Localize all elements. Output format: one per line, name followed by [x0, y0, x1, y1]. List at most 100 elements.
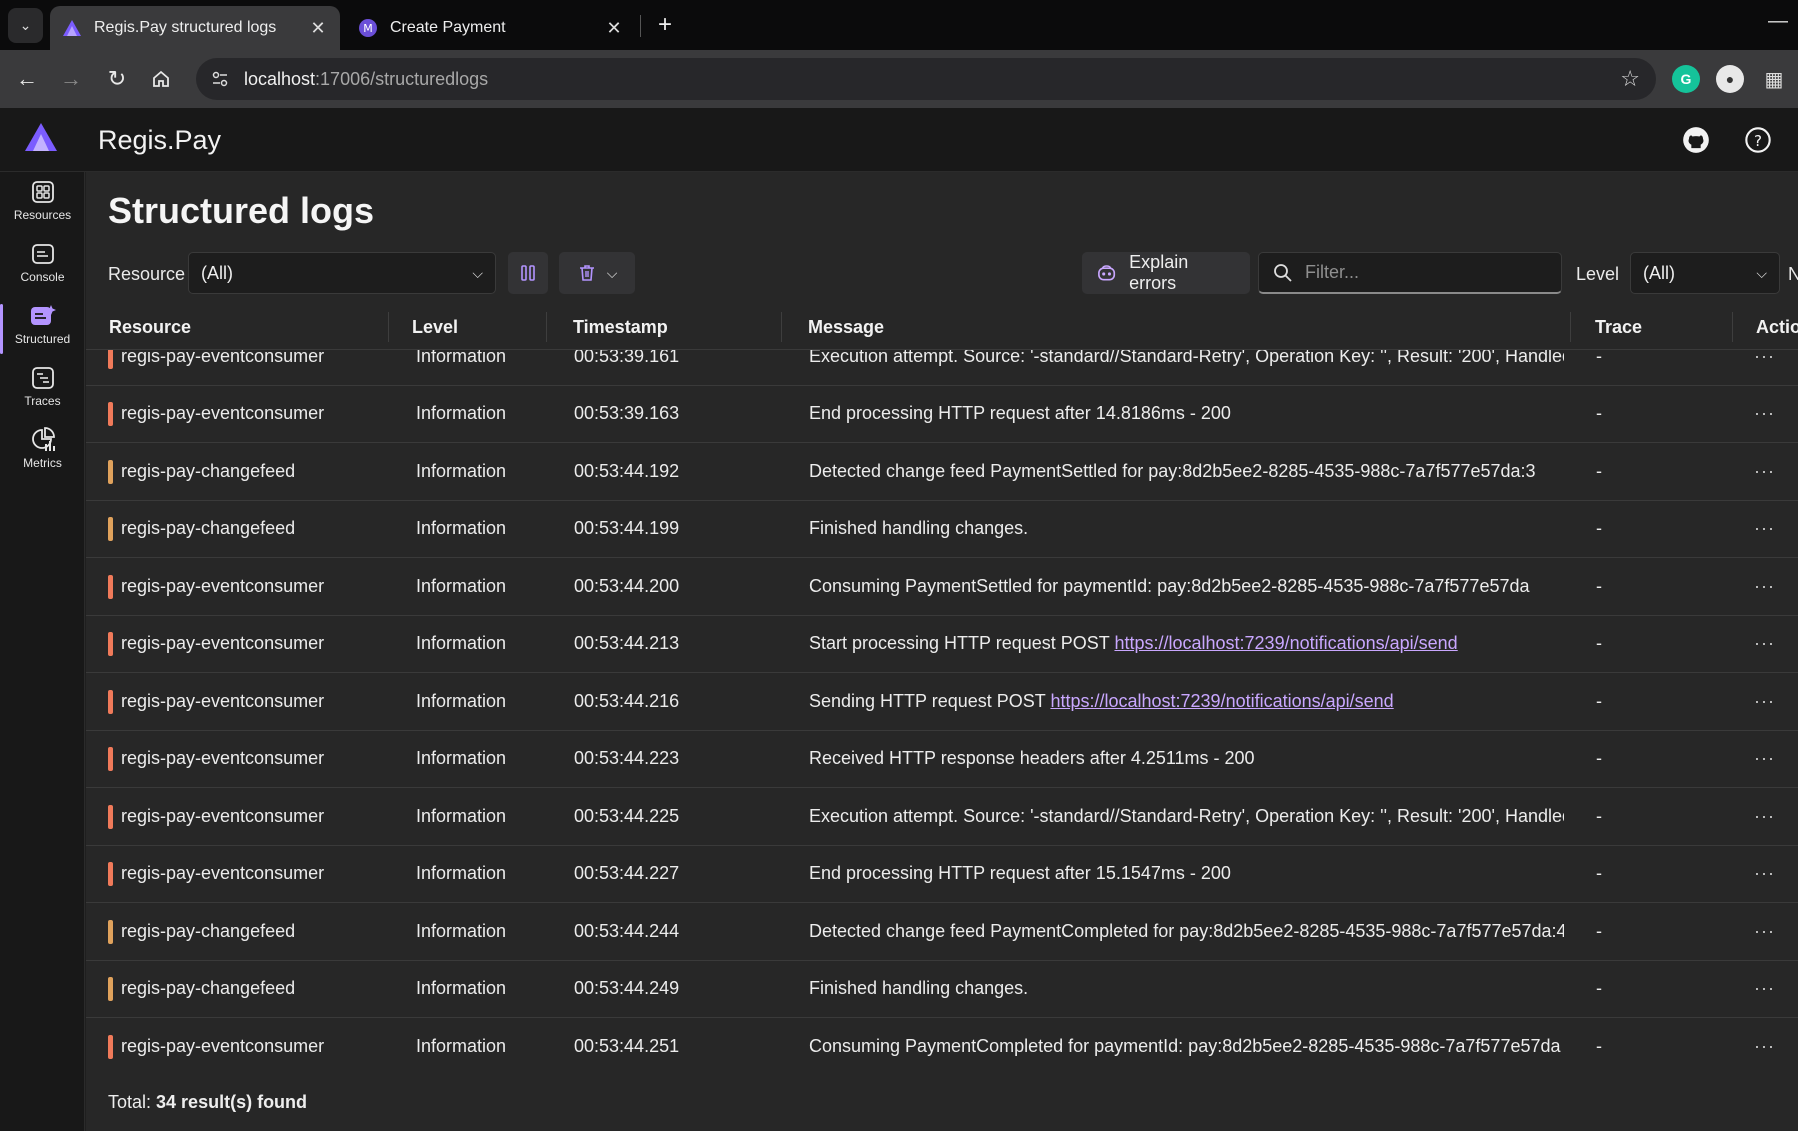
structured-icon	[28, 302, 58, 330]
resource-cell: regis-pay-changefeed	[121, 978, 296, 999]
column-header-actions[interactable]: Actio	[1756, 304, 1798, 350]
log-row[interactable]: regis-pay-changefeed Information 00:53:44.…	[86, 501, 1798, 558]
message-link[interactable]: https://localhost:7239/notifications/api…	[1114, 633, 1457, 654]
github-icon[interactable]	[1680, 124, 1712, 156]
help-icon[interactable]: ?	[1742, 124, 1774, 156]
row-actions-button[interactable]: ···	[1754, 350, 1794, 385]
column-divider[interactable]	[1732, 312, 1733, 342]
tab-search-button[interactable]: ⌄	[8, 8, 43, 43]
row-actions-button[interactable]: ···	[1754, 443, 1794, 500]
row-actions-button[interactable]: ···	[1754, 673, 1794, 730]
row-actions-button[interactable]: ···	[1754, 501, 1794, 558]
log-row[interactable]: regis-pay-eventconsumer Information 00:53:…	[86, 350, 1798, 386]
trace-cell: -	[1596, 350, 1602, 366]
log-row[interactable]: regis-pay-eventconsumer Information 00:53:…	[86, 386, 1798, 443]
resource-color-bar	[108, 977, 113, 1002]
level-cell: Information	[416, 633, 507, 654]
log-row[interactable]: regis-pay-eventconsumer Information 00:53:…	[86, 788, 1798, 846]
new-tab-button[interactable]: +	[650, 10, 680, 40]
reload-button[interactable]: ↻	[102, 64, 132, 94]
column-header-level[interactable]: Level	[412, 304, 458, 350]
resource-cell: regis-pay-eventconsumer	[121, 1035, 325, 1056]
traces-icon	[28, 364, 58, 392]
log-row[interactable]: regis-pay-changefeed Information 00:53:44.…	[86, 961, 1798, 1018]
resource-select[interactable]: (All) ⌵	[188, 252, 496, 294]
row-actions-button[interactable]: ···	[1754, 961, 1794, 1018]
close-tab-icon[interactable]: ✕	[604, 18, 624, 39]
back-button[interactable]: ←	[12, 64, 42, 94]
column-divider[interactable]	[1570, 312, 1571, 342]
site-info-icon[interactable]	[208, 67, 232, 91]
profile-avatar-icon[interactable]: ●	[1716, 65, 1744, 93]
column-divider[interactable]	[388, 312, 389, 342]
column-header-timestamp[interactable]: Timestamp	[573, 304, 668, 350]
filter-input[interactable]	[1305, 262, 1545, 283]
level-select[interactable]: (All) ⌵	[1630, 252, 1780, 294]
grammarly-extension-icon[interactable]: G	[1672, 65, 1700, 93]
results-summary: Total: 34 result(s) found	[108, 1092, 307, 1113]
forward-button[interactable]: →	[56, 64, 86, 94]
timestamp-cell: 00:53:39.161	[574, 350, 680, 366]
resource-color-bar	[108, 574, 113, 599]
message-cell: Finished handling changes.	[809, 961, 1564, 1018]
browser-tab-active[interactable]: Regis.Pay structured logs ✕	[50, 6, 340, 50]
row-actions-button[interactable]: ···	[1754, 903, 1794, 960]
row-actions-button[interactable]: ···	[1754, 386, 1794, 443]
message-cell: Consuming PaymentCompleted for paymentId…	[809, 1018, 1564, 1070]
level-cell: Information	[416, 460, 507, 481]
message-text: Consuming PaymentCompleted for paymentId…	[809, 1035, 1561, 1056]
column-divider[interactable]	[781, 312, 782, 342]
nav-resources[interactable]: Resources	[0, 172, 85, 232]
column-header-message[interactable]: Message	[808, 304, 884, 350]
browser-tab[interactable]: M Create Payment ✕	[346, 6, 636, 50]
log-row[interactable]: regis-pay-eventconsumer Information 00:53:…	[86, 731, 1798, 788]
clear-logs-button[interactable]: ⌵	[559, 252, 635, 294]
log-row[interactable]: regis-pay-eventconsumer Information 00:53:…	[86, 846, 1798, 903]
explain-errors-button[interactable]: Explain errors	[1082, 252, 1250, 294]
column-divider[interactable]	[546, 312, 547, 342]
close-tab-icon[interactable]: ✕	[308, 18, 328, 39]
message-text: Received HTTP response headers after 4.2…	[809, 748, 1255, 769]
log-row[interactable]: regis-pay-changefeed Information 00:53:44.…	[86, 443, 1798, 501]
console-icon	[28, 240, 58, 268]
bookmark-star-icon[interactable]: ☆	[1620, 66, 1640, 92]
home-button[interactable]	[146, 64, 176, 94]
resource-cell: regis-pay-eventconsumer	[121, 805, 325, 826]
nav-metrics[interactable]: Metrics	[0, 420, 85, 480]
timestamp-cell: 00:53:44.200	[574, 575, 680, 596]
message-text: Sending HTTP request POST	[809, 690, 1051, 711]
message-link[interactable]: https://localhost:7239/notifications/api…	[1050, 691, 1393, 712]
arrow-right-icon: →	[60, 66, 82, 91]
pause-button[interactable]	[508, 252, 548, 294]
resource-cell: regis-pay-eventconsumer	[121, 633, 325, 654]
row-actions-button[interactable]: ···	[1754, 616, 1794, 673]
timestamp-cell: 00:53:44.249	[574, 978, 680, 999]
row-actions-button[interactable]: ···	[1754, 558, 1794, 615]
log-row[interactable]: regis-pay-eventconsumer Information 00:53:…	[86, 1018, 1798, 1070]
nav-console[interactable]: Console	[0, 234, 85, 294]
log-row[interactable]: regis-pay-eventconsumer Information 00:53:…	[86, 558, 1798, 616]
message-cell: Finished handling changes.	[809, 501, 1564, 558]
row-actions-button[interactable]: ···	[1754, 1018, 1794, 1070]
search-icon	[1274, 263, 1292, 282]
extensions-puzzle-icon[interactable]: ▦	[1760, 65, 1788, 93]
chevron-down-icon: ⌵	[606, 264, 618, 281]
nav-structured[interactable]: Structured	[0, 296, 85, 356]
row-actions-button[interactable]: ···	[1754, 788, 1794, 845]
trace-cell: -	[1596, 633, 1602, 654]
log-row[interactable]: regis-pay-eventconsumer Information 00:53:…	[86, 616, 1798, 673]
address-bar[interactable]: localhost:17006/structuredlogs ☆	[196, 58, 1656, 100]
level-cell: Information	[416, 805, 507, 826]
log-row[interactable]: regis-pay-changefeed Information 00:53:44.…	[86, 903, 1798, 961]
aspire-logo-icon[interactable]	[24, 122, 58, 152]
resources-icon	[28, 178, 58, 206]
log-row[interactable]: regis-pay-eventconsumer Information 00:53:…	[86, 673, 1798, 731]
filter-field[interactable]	[1258, 252, 1562, 294]
nav-traces[interactable]: Traces	[0, 358, 85, 418]
row-actions-button[interactable]: ···	[1754, 846, 1794, 903]
row-actions-button[interactable]: ···	[1754, 731, 1794, 788]
column-header-trace[interactable]: Trace	[1595, 304, 1642, 350]
minimize-window-button[interactable]: —	[1768, 10, 1788, 33]
column-header-resource[interactable]: Resource	[109, 304, 191, 350]
level-cell: Information	[416, 690, 507, 711]
